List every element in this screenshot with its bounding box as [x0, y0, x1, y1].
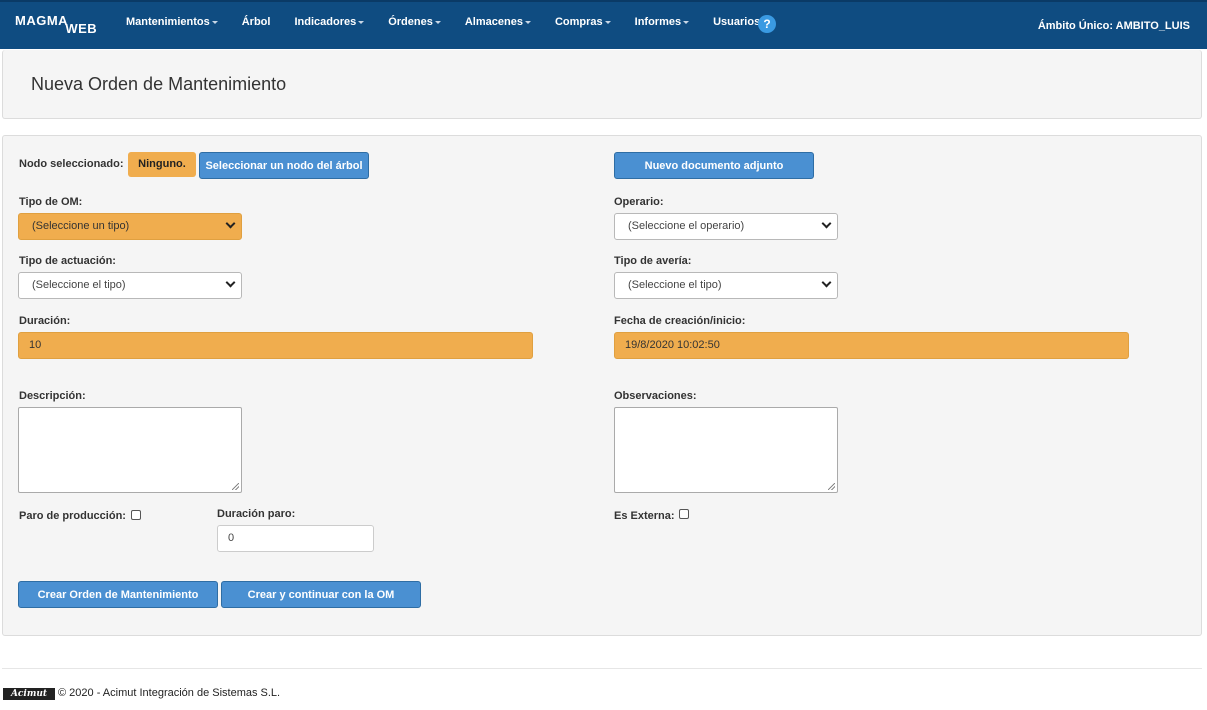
form-panel: Nodo seleccionado: Ninguno. Seleccionar … — [2, 135, 1202, 636]
nav-item-label: Árbol — [241, 16, 271, 28]
top-navbar: MAGMAWEB Mantenimientos Árbol Indicadore… — [0, 0, 1207, 49]
new-attachment-button[interactable]: Nuevo documento adjunto — [614, 152, 814, 179]
nav-item-ordenes[interactable]: Órdenes — [388, 16, 441, 28]
brand-sub: WEB — [65, 21, 98, 36]
nav-item-arbol[interactable]: Árbol — [242, 16, 271, 28]
caret-down-icon — [683, 20, 690, 24]
operario-select[interactable]: (Seleccione el operario) — [614, 213, 838, 240]
externa-label: Es Externa: — [614, 510, 675, 522]
observaciones-label: Observaciones: — [614, 390, 697, 402]
duracion-paro-label: Duración paro: — [217, 508, 296, 520]
descripcion-textarea[interactable] — [18, 407, 242, 493]
caret-down-icon — [211, 20, 218, 24]
brand-logo[interactable]: MAGMAWEB — [15, 13, 99, 36]
nav-item-indicadores[interactable]: Indicadores — [294, 16, 365, 28]
create-order-button[interactable]: Crear Orden de Mantenimiento — [18, 581, 218, 608]
chevron-down-icon — [225, 218, 236, 229]
caret-down-icon — [524, 20, 531, 24]
nav-item-informes[interactable]: Informes — [634, 16, 690, 28]
nav-item-label: Indicadores — [294, 16, 357, 28]
fecha-input[interactable]: 19/8/2020 10:02:50 — [614, 332, 1129, 359]
tipo-om-select[interactable]: (Seleccione un tipo) — [18, 213, 242, 240]
title-panel: Nueva Orden de Mantenimiento — [2, 50, 1202, 119]
duracion-paro-input[interactable]: 0 — [217, 525, 374, 552]
chevron-down-icon — [821, 277, 832, 288]
operario-label: Operario: — [614, 196, 664, 208]
nav-item-label: Compras — [554, 16, 603, 28]
tipo-averia-label: Tipo de avería: — [614, 255, 692, 267]
tipo-om-value: (Seleccione un tipo) — [32, 220, 130, 232]
caret-down-icon — [434, 20, 441, 24]
duracion-label: Duración: — [19, 315, 71, 327]
create-continue-button[interactable]: Crear y continuar con la OM — [221, 581, 421, 608]
externa-checkbox[interactable] — [679, 509, 689, 519]
nav-item-label: Almacenes — [464, 16, 523, 28]
nav-item-label: Órdenes — [388, 16, 433, 28]
tipo-averia-value: (Seleccione el tipo) — [628, 279, 722, 291]
nodo-value-badge: Ninguno. — [128, 152, 196, 177]
descripcion-label: Descripción: — [19, 390, 86, 402]
nav-item-label: Informes — [634, 16, 682, 28]
tipo-om-label: Tipo de OM: — [19, 196, 83, 208]
nav-menu: Mantenimientos Árbol Indicadores Órdenes… — [126, 16, 792, 28]
observaciones-textarea[interactable] — [614, 407, 838, 493]
page-title: Nueva Orden de Mantenimiento — [31, 74, 287, 94]
tipo-actuacion-label: Tipo de actuación: — [19, 255, 116, 267]
acimut-logo: Acimut — [3, 688, 55, 700]
fecha-label: Fecha de creación/inicio: — [614, 315, 746, 327]
paro-checkbox[interactable] — [131, 510, 141, 520]
nav-item-label: Mantenimientos — [126, 16, 210, 28]
nodo-label: Nodo seleccionado: — [19, 158, 124, 170]
tipo-actuacion-value: (Seleccione el tipo) — [32, 279, 126, 291]
chevron-down-icon — [225, 277, 236, 288]
caret-down-icon — [604, 20, 611, 24]
tipo-actuacion-select[interactable]: (Seleccione el tipo) — [18, 272, 242, 299]
caret-down-icon — [358, 20, 365, 24]
help-icon[interactable]: ? — [758, 15, 776, 33]
tipo-averia-select[interactable]: (Seleccione el tipo) — [614, 272, 838, 299]
paro-label: Paro de producción: — [19, 510, 126, 522]
brand-main: MAGMA — [15, 13, 68, 28]
footer-divider — [2, 668, 1202, 669]
nav-item-almacenes[interactable]: Almacenes — [465, 16, 531, 28]
select-node-button[interactable]: Seleccionar un nodo del árbol — [199, 152, 369, 179]
nav-item-compras[interactable]: Compras — [555, 16, 611, 28]
nav-item-mantenimientos[interactable]: Mantenimientos — [126, 16, 218, 28]
chevron-down-icon — [821, 218, 832, 229]
resize-grip-icon[interactable] — [828, 483, 835, 490]
resize-grip-icon[interactable] — [232, 483, 239, 490]
copyright-text: © 2020 - Acimut Integración de Sistemas … — [58, 687, 281, 699]
duracion-input[interactable]: 10 — [18, 332, 533, 359]
operario-value: (Seleccione el operario) — [628, 220, 745, 232]
scope-label[interactable]: Ámbito Único: AMBITO_LUIS — [1038, 20, 1190, 32]
nav-item-label: Usuarios — [713, 16, 761, 28]
